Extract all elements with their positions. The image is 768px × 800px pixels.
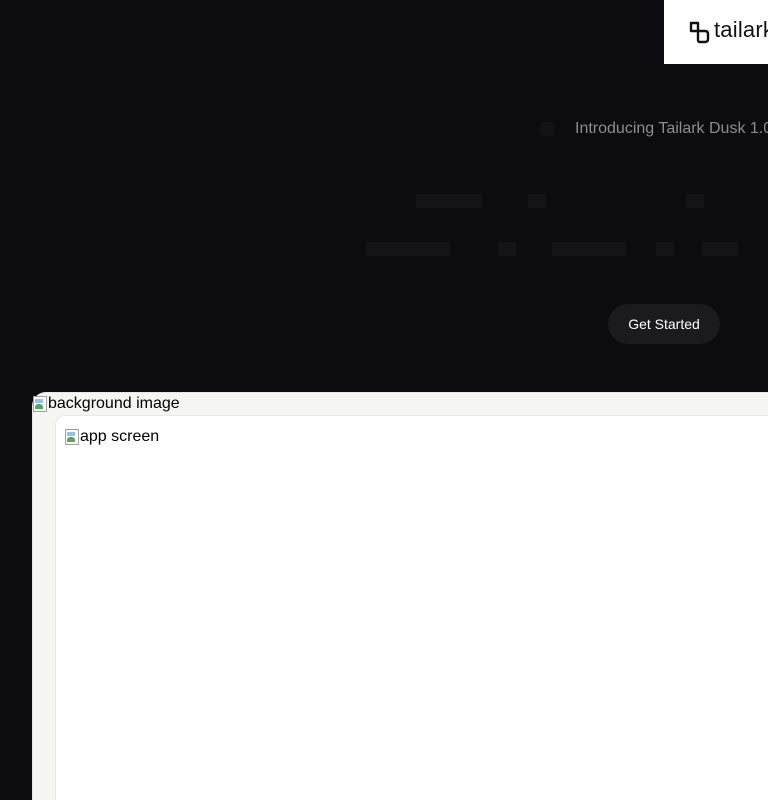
headline-word	[656, 242, 674, 256]
headline-word	[528, 194, 546, 208]
headline-word	[366, 242, 450, 256]
announcement-link[interactable]: Introducing Tailark Dusk 1.0	[540, 120, 768, 138]
announcement-badge	[540, 122, 554, 136]
app-screen-image: app screen	[65, 428, 159, 446]
page: tailark Introducing Tailark Dusk 1.0 Get…	[0, 0, 768, 800]
broken-image-icon	[33, 396, 47, 412]
hero-headline-line-1	[0, 190, 768, 212]
background-image: background image	[33, 395, 180, 413]
announcement-text: Introducing Tailark Dusk 1.0	[575, 120, 768, 137]
tailark-logo-icon	[689, 21, 710, 44]
headline-word	[416, 194, 482, 208]
headline-word	[702, 242, 738, 256]
headline-word	[552, 242, 626, 256]
logo-text: tailark	[714, 17, 768, 42]
logo-link[interactable]: tailark	[664, 0, 768, 64]
headline-word	[686, 194, 704, 208]
get-started-button[interactable]: Get Started	[608, 304, 720, 344]
background-image-alt: background image	[48, 395, 180, 412]
broken-image-icon	[65, 429, 79, 445]
app-screen-container: app screen	[55, 415, 768, 800]
hero-image-frame: background image app screen	[32, 392, 768, 800]
hero-headline-line-2	[0, 238, 768, 260]
headline-word	[498, 242, 516, 256]
app-screen-alt: app screen	[80, 428, 160, 445]
